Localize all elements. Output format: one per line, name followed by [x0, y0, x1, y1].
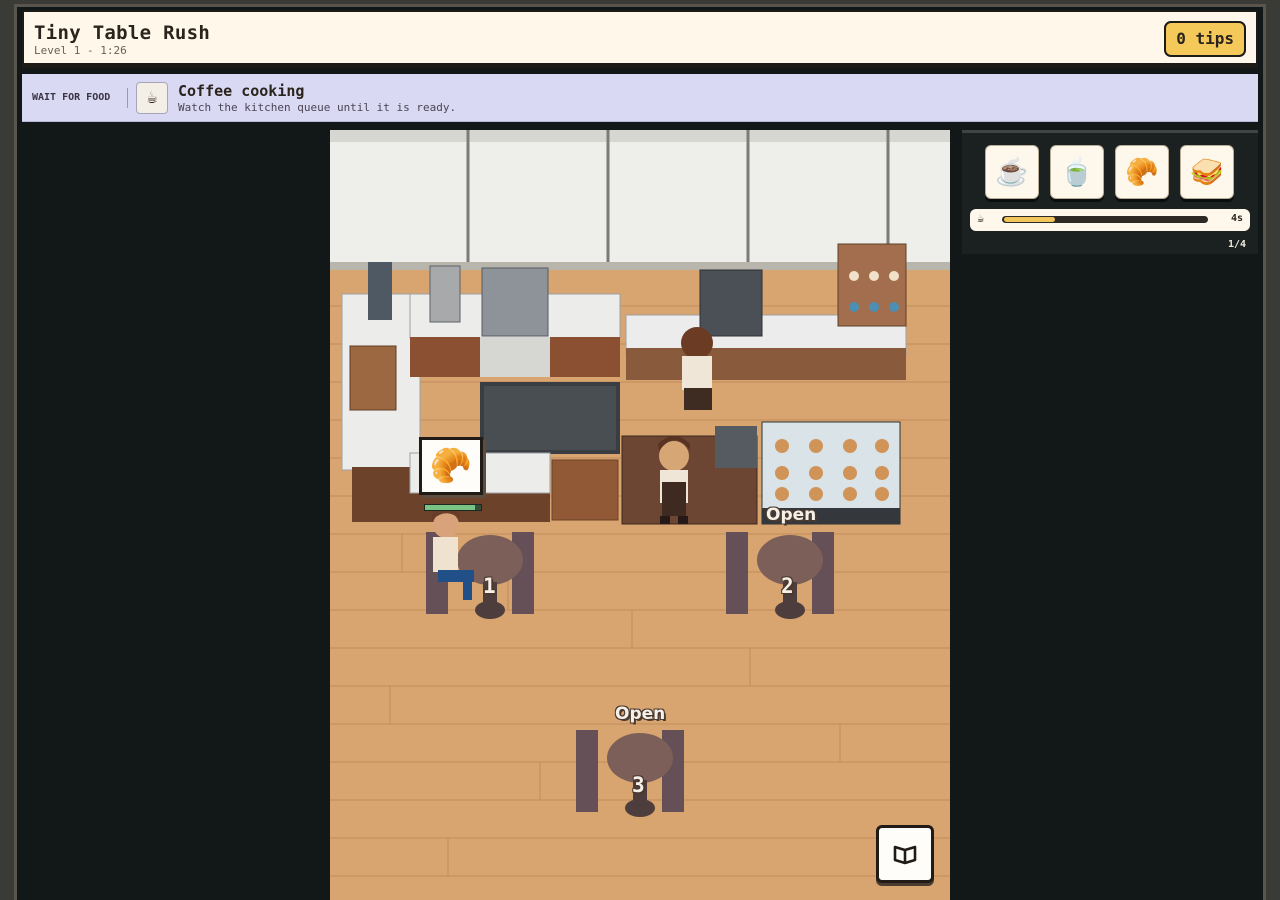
- coffee-icon: ☕: [136, 82, 168, 114]
- queue-progress-bar: [1002, 216, 1208, 223]
- table-number-1[interactable]: 1: [483, 574, 496, 598]
- table-3-status: Open: [615, 704, 666, 724]
- kitchen-queue-row: ☕ 4s: [970, 209, 1250, 231]
- task-tag: WAIT FOR FOOD: [32, 92, 111, 103]
- coffee-icon: ☕: [995, 157, 1029, 187]
- sandwich-icon: 🥪: [1190, 157, 1224, 187]
- banner-divider: [127, 88, 128, 108]
- pastry-case-status: Open: [766, 505, 817, 525]
- coffee-menu-button[interactable]: ☕: [985, 145, 1039, 199]
- table-number-2[interactable]: 2: [781, 574, 794, 598]
- order-bubble: 🥐: [419, 437, 483, 495]
- order-panel: ☕ 🍵 🥐 🥪 ☕ 4s 1/4: [962, 130, 1258, 254]
- level-timer: Level 1 - 1:26: [34, 44, 127, 57]
- tips-counter: 0 tips: [1164, 21, 1246, 57]
- task-description: Watch the kitchen queue until it is read…: [178, 101, 457, 114]
- book-icon: [893, 845, 917, 865]
- game-title: Tiny Table Rush: [34, 22, 211, 44]
- queue-count: 1/4: [1227, 239, 1246, 250]
- croissant-icon: 🥐: [429, 446, 473, 486]
- sandwich-menu-button[interactable]: 🥪: [1180, 145, 1234, 199]
- queue-coffee-icon: ☕: [977, 211, 985, 225]
- tea-menu-button[interactable]: 🍵: [1050, 145, 1104, 199]
- recipe-book-button[interactable]: [876, 825, 934, 883]
- croissant-icon: 🥐: [1125, 157, 1159, 187]
- tea-icon: 🍵: [1060, 157, 1094, 187]
- barista-front: [658, 436, 690, 524]
- order-progress-bar: [424, 504, 482, 511]
- top-bar: Tiny Table Rush Level 1 - 1:26 0 tips: [22, 10, 1258, 68]
- barista-back: [681, 327, 713, 410]
- croissant-menu-button[interactable]: 🥐: [1115, 145, 1169, 199]
- table-number-3[interactable]: 3: [632, 773, 645, 797]
- task-banner: WAIT FOR FOOD ☕ Coffee cooking Watch the…: [22, 74, 1258, 122]
- task-title: Coffee cooking: [178, 82, 305, 100]
- table-2: [726, 532, 834, 619]
- cafe-scene[interactable]: 🥐 Open 1 2 Open 3: [330, 130, 950, 900]
- queue-time-remaining: 4s: [1230, 213, 1243, 224]
- table-3: [576, 730, 684, 817]
